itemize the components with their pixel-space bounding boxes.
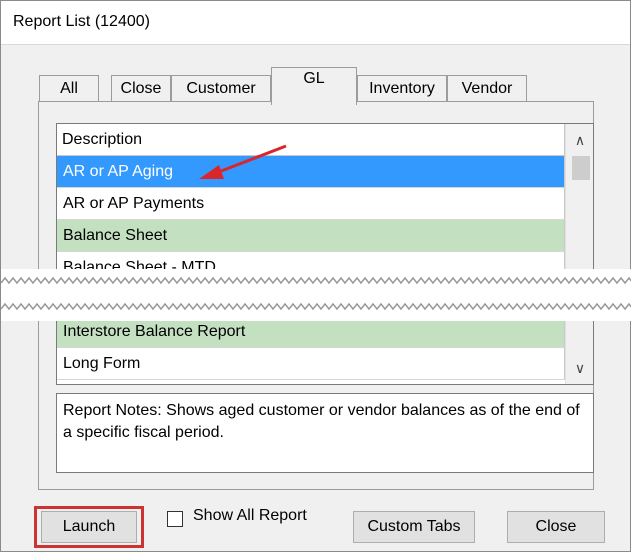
report-list[interactable]: Description AR or AP Aging AR or AP Paym… xyxy=(56,123,594,385)
list-item-label: Interstore Balance Report xyxy=(63,323,246,340)
list-item-label: Balance Sheet xyxy=(63,227,168,244)
tab-inventory[interactable]: Inventory xyxy=(357,75,447,103)
report-notes-text: Report Notes: Shows aged customer or ven… xyxy=(63,402,580,441)
chevron-up-icon[interactable]: ∧ xyxy=(566,126,593,154)
scroll-thumb[interactable] xyxy=(572,156,590,180)
tab-gl[interactable]: GL xyxy=(271,67,357,105)
tab-all[interactable]: All xyxy=(39,75,99,103)
report-notes: Report Notes: Shows aged customer or ven… xyxy=(56,393,594,473)
launch-button-label: Launch xyxy=(62,518,116,535)
list-item-label: AR or AP Payments xyxy=(63,195,205,212)
report-list-window: Report List (12400) All Close Customer G… xyxy=(0,0,631,552)
title-bar: Report List (12400) xyxy=(1,1,630,45)
list-item-label: Long Form xyxy=(63,355,141,372)
column-header-description[interactable]: Description xyxy=(57,124,565,156)
close-button[interactable]: Close xyxy=(507,511,605,543)
red-arrow-annotation xyxy=(199,144,287,179)
list-item[interactable]: AR or AP Payments xyxy=(57,188,565,220)
window-title: Report List (12400) xyxy=(13,13,150,30)
list-item-label: AR or AP Aging xyxy=(63,163,173,180)
chevron-down-icon[interactable]: ∨ xyxy=(566,354,593,382)
custom-tabs-button[interactable]: Custom Tabs xyxy=(353,511,475,543)
list-item[interactable]: AR or AP Aging xyxy=(57,156,565,188)
show-all-report-label[interactable]: Show All Report xyxy=(193,507,307,525)
show-all-report-checkbox[interactable] xyxy=(167,511,183,527)
tab-close[interactable]: Close xyxy=(111,75,171,103)
tab-customer[interactable]: Customer xyxy=(171,75,271,103)
torn-edge-divider xyxy=(1,269,631,321)
launch-button[interactable]: Launch xyxy=(41,511,137,543)
vertical-scrollbar[interactable]: ∧ ∨ xyxy=(565,124,593,384)
tab-vendor[interactable]: Vendor xyxy=(447,75,527,103)
list-item[interactable]: Balance Sheet xyxy=(57,220,565,252)
list-item[interactable]: Long Form xyxy=(57,348,565,380)
